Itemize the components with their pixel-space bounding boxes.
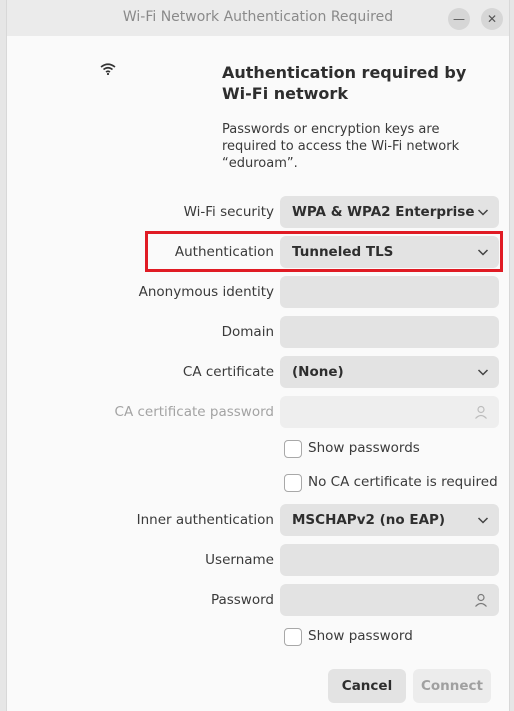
connect-button: Connect bbox=[413, 669, 491, 703]
cancel-button[interactable]: Cancel bbox=[328, 669, 406, 703]
dialog-heading: Authentication required by Wi-Fi network bbox=[222, 63, 467, 103]
ca-certificate-dropdown[interactable]: (None) bbox=[280, 356, 499, 388]
password-label: Password bbox=[210, 592, 274, 608]
chevron-down-icon bbox=[477, 209, 489, 216]
wifi-security-dropdown[interactable]: WPA & WPA2 Enterprise bbox=[280, 196, 499, 228]
password-input[interactable] bbox=[280, 584, 499, 616]
title-bar: Wi-Fi Network Authentication Required — … bbox=[7, 0, 509, 36]
show-passwords-checkbox[interactable] bbox=[284, 440, 302, 458]
inner-authentication-dropdown[interactable]: MSCHAPv2 (no EAP) bbox=[280, 504, 499, 536]
show-passwords-label: Show passwords bbox=[308, 440, 420, 456]
ca-certificate-value: (None) bbox=[292, 364, 344, 380]
wifi-security-value: WPA & WPA2 Enterprise bbox=[292, 204, 475, 220]
show-password-label: Show password bbox=[308, 628, 413, 644]
person-icon bbox=[475, 405, 487, 419]
domain-label: Domain bbox=[221, 324, 274, 340]
close-button[interactable]: ✕ bbox=[481, 8, 503, 30]
inner-authentication-label: Inner authentication bbox=[136, 512, 274, 528]
anonymous-identity-input[interactable] bbox=[280, 276, 499, 308]
username-label: Username bbox=[205, 552, 274, 568]
inner-authentication-value: MSCHAPv2 (no EAP) bbox=[292, 512, 446, 528]
dialog-description: Passwords or encryption keys are require… bbox=[222, 122, 460, 171]
minimize-button[interactable]: — bbox=[448, 8, 470, 30]
ca-certificate-password-input bbox=[280, 396, 499, 428]
ca-certificate-label: CA certificate bbox=[182, 364, 274, 380]
chevron-down-icon bbox=[477, 369, 489, 376]
domain-input[interactable] bbox=[280, 316, 499, 348]
person-icon[interactable] bbox=[473, 592, 489, 608]
no-ca-cert-label: No CA certificate is required bbox=[308, 474, 498, 490]
auth-dialog: Wi-Fi Network Authentication Required — … bbox=[6, 0, 510, 711]
window-title: Wi-Fi Network Authentication Required bbox=[122, 9, 394, 25]
anonymous-identity-label: Anonymous identity bbox=[138, 284, 274, 300]
wifi-security-label: Wi-Fi security bbox=[183, 204, 274, 220]
show-password-checkbox[interactable] bbox=[284, 628, 302, 646]
wifi-icon bbox=[100, 63, 116, 75]
authentication-highlight-box bbox=[145, 231, 503, 272]
chevron-down-icon bbox=[477, 517, 489, 524]
no-ca-cert-checkbox[interactable] bbox=[284, 474, 302, 492]
username-input[interactable] bbox=[280, 544, 499, 576]
ca-certificate-password-label: CA certificate password bbox=[114, 404, 274, 420]
